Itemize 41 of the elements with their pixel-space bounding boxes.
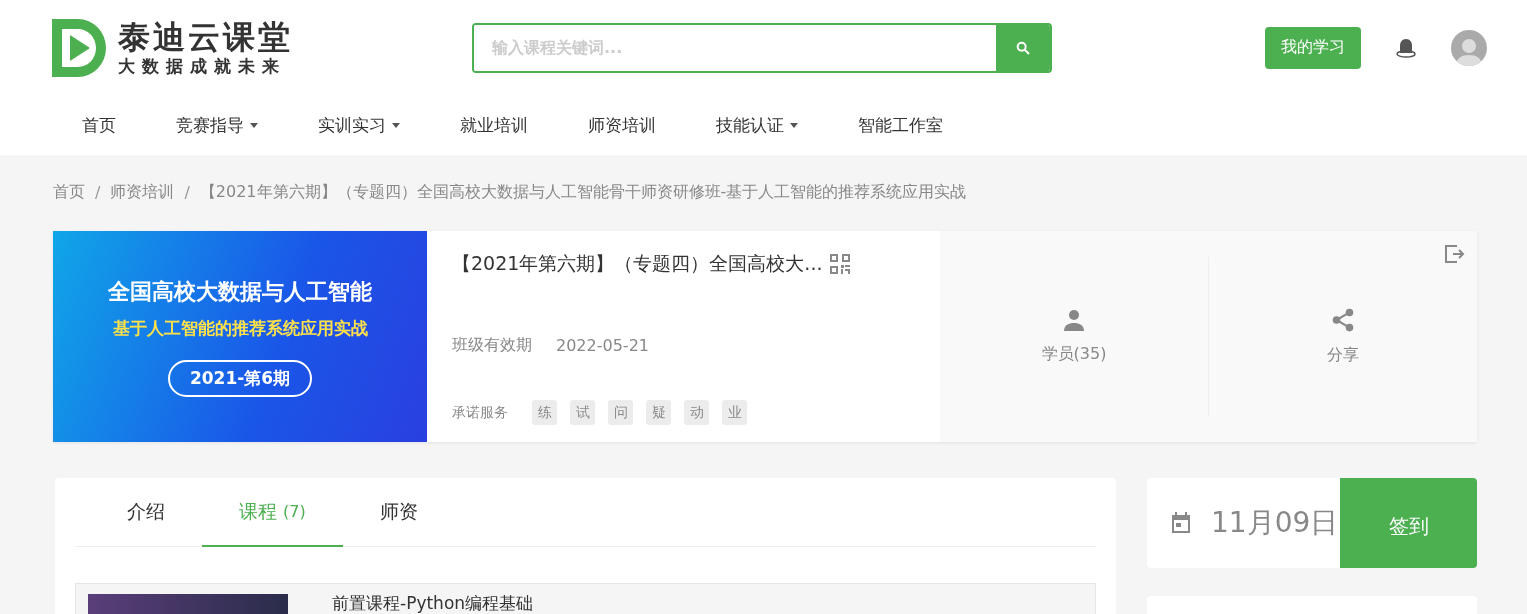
service-tag: 试 (570, 400, 595, 425)
banner-headline: 全国高校大数据与人工智能 (108, 277, 372, 306)
validity-date: 2022-05-21 (556, 336, 649, 355)
nav-item[interactable]: 技能认证 (686, 113, 828, 137)
nav-item[interactable]: 竞赛指导 (146, 113, 288, 137)
breadcrumb-separator: / (184, 182, 190, 202)
nav-item[interactable]: 智能工作室 (828, 113, 973, 137)
search-button[interactable] (996, 24, 1050, 71)
service-tag: 练 (532, 400, 557, 425)
services-label: 承诺服务 (452, 403, 508, 422)
nav-item[interactable]: 师资培训 (558, 113, 686, 137)
banner-badge: 2021-第6期 (167, 359, 313, 397)
caret-icon (790, 122, 798, 128)
nav-item[interactable]: 实训实习 (288, 113, 430, 137)
checkin-date: 11月09日 (1211, 505, 1339, 541)
avatar[interactable] (1451, 29, 1487, 66)
lesson-title[interactable]: 前置课程-Python编程基础 (332, 594, 534, 612)
share-icon (1330, 307, 1356, 333)
logo-title: 泰迪云课堂 (118, 18, 293, 55)
nav-item[interactable]: 首页 (52, 113, 146, 137)
banner-subtitle: 基于人工智能的推荐系统应用实战 (112, 316, 368, 340)
course-title: 【2021年第六期】（专题四）全国高校大... (452, 251, 823, 276)
caret-icon (392, 122, 400, 128)
exit-icon[interactable] (1445, 245, 1465, 263)
calendar-icon (1169, 511, 1193, 535)
nav-item[interactable]: 就业培训 (430, 113, 558, 137)
logo-icon (52, 18, 108, 77)
qr-code-icon[interactable] (830, 254, 851, 274)
tab[interactable]: 介绍 (90, 478, 202, 547)
bell-icon[interactable] (1395, 36, 1417, 59)
search-icon (1015, 39, 1031, 56)
validity-label: 班级有效期 (452, 335, 532, 356)
service-tag: 动 (684, 400, 709, 425)
person-icon (1062, 308, 1086, 332)
service-tag: 业 (722, 400, 747, 425)
breadcrumb-separator: / (95, 182, 101, 202)
service-tag: 问 (608, 400, 633, 425)
tab[interactable]: 师资 (342, 478, 455, 547)
caret-icon (250, 122, 258, 128)
service-tag: 疑 (646, 400, 671, 425)
logo-slogan: 大数据成就未来 (118, 54, 287, 77)
